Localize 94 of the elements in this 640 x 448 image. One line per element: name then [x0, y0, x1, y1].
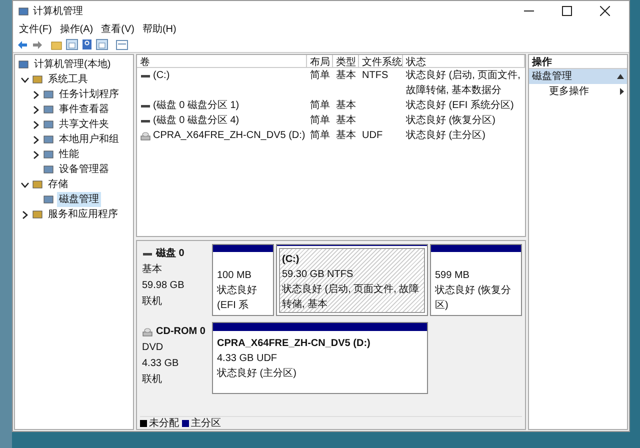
action-item[interactable]: 更多操作	[529, 84, 627, 99]
table-cell-text: (磁盘 0 磁盘分区 4)	[153, 114, 240, 128]
tree-node-icon	[18, 59, 29, 70]
column-header[interactable]: 布局	[307, 55, 333, 67]
forward-arrow-icon[interactable]	[32, 40, 43, 50]
disk-name: CD-ROM 0	[156, 325, 206, 339]
legend-label: 未分配	[149, 416, 179, 430]
actions-section[interactable]: 磁盘管理	[529, 69, 627, 84]
menu-item[interactable]: 文件(F)	[15, 22, 56, 36]
close-icon	[600, 6, 610, 16]
tree-node-icon	[32, 179, 43, 190]
partition-size: 4.33 GB UDF	[217, 352, 278, 366]
table-cell-text: 基本	[336, 128, 356, 143]
window-icon[interactable]	[116, 40, 128, 50]
partition-status: 状态良好 (启动, 页面文件, 故障转储, 基本	[282, 282, 420, 312]
column-header[interactable]: 类型	[333, 55, 359, 67]
table-cell-text: NTFS	[362, 69, 388, 83]
tree-item[interactable]: 共享文件夹	[57, 117, 111, 132]
legend-label: 主分区	[191, 416, 221, 430]
tree-item[interactable]: 性能	[57, 147, 81, 162]
table-cell-text: 基本	[336, 114, 356, 128]
disk-status: 联机	[142, 294, 163, 309]
maximize-icon	[562, 6, 572, 16]
submenu-arrow-icon	[620, 88, 624, 95]
tree-node-icon	[43, 149, 54, 160]
partition-size: 59.30 GB NTFS	[282, 268, 354, 282]
disk-status: 联机	[142, 372, 163, 387]
table-cell-text: 简单	[310, 68, 330, 83]
table-cell-text: 状态良好 (EFI 系统分区)	[406, 98, 514, 113]
partition-block[interactable]: (C:) 59.30 GB NTFS 状态良好 (启动, 页面文件, 故障转储, 基本	[276, 244, 428, 316]
window-title: 计算机管理	[33, 4, 83, 18]
menu-item[interactable]: 帮助(H)	[138, 22, 180, 36]
tree-item[interactable]: 磁盘管理	[57, 192, 101, 207]
collapse-icon[interactable]	[617, 74, 624, 79]
tree-item[interactable]: 本地用户和组	[57, 132, 121, 147]
table-cell-text: CPRA_X64FRE_ZH-CN_DV5 (D:)	[153, 129, 306, 143]
panel-icon[interactable]	[66, 39, 78, 50]
partition-block[interactable]: 599 MB 状态良好 (恢复分区)	[430, 244, 522, 316]
partition-size: 599 MB	[435, 269, 470, 283]
tree-node-icon	[18, 6, 29, 16]
menu-item[interactable]: 操作(A)	[56, 22, 98, 36]
tree-node-icon	[43, 164, 54, 175]
table-cell-text: 基本	[336, 68, 356, 83]
section-label: 磁盘管理	[532, 70, 572, 84]
chevron-icon[interactable]	[21, 210, 29, 218]
disk-name: 磁盘 0	[156, 246, 184, 261]
partition-status: 状态良好 (EFI 系	[217, 284, 258, 313]
column-header[interactable]: 文件系统	[359, 55, 403, 67]
partition-block[interactable]: 100 MB 状态良好 (EFI 系	[212, 244, 274, 316]
drive-icon	[142, 326, 153, 336]
tree-item[interactable]: 存储	[46, 177, 70, 192]
disk-type: 基本	[142, 262, 163, 277]
partition-status: 状态良好 (主分区)	[217, 366, 298, 381]
partition-status: 状态良好 (恢复分区)	[435, 284, 512, 313]
folder-icon[interactable]	[51, 40, 62, 50]
table-cell-text: UDF	[362, 129, 383, 143]
disk-type: DVD	[142, 341, 164, 355]
tree-node-icon	[43, 104, 54, 115]
tree-item[interactable]: 系统工具	[46, 72, 90, 87]
partition-size: 100 MB	[217, 269, 252, 283]
partition-header-bar	[213, 245, 273, 252]
table-cell-text: (磁盘 0 磁盘分区 1)	[153, 99, 240, 113]
tree-node-icon	[32, 209, 43, 220]
table-cell-text: (C:)	[153, 69, 170, 83]
table-cell-text: 状态良好 (主分区)	[406, 128, 486, 143]
partition-title: CPRA_X64FRE_ZH-CN_DV5 (D:)	[217, 337, 372, 351]
column-header[interactable]: 卷	[137, 55, 307, 67]
table-cell-text: 基本	[336, 98, 356, 113]
table-cell-text: 简单	[310, 98, 330, 113]
partition-title: (C:)	[282, 253, 300, 267]
table-cell-text: 状态良好 (恢复分区)	[406, 114, 496, 128]
tree-node-icon	[43, 134, 54, 145]
panel-icon[interactable]	[96, 39, 108, 50]
tree-item[interactable]: 事件查看器	[57, 102, 111, 117]
table-cell-text: 简单	[310, 128, 330, 143]
tree-node-icon	[43, 119, 54, 130]
tree-node-icon	[32, 74, 43, 85]
disk-size: 59.98 GB	[142, 279, 186, 293]
partition-block[interactable]: CPRA_X64FRE_ZH-CN_DV5 (D:) 4.33 GB UDF 状态良好 (主分区)	[212, 322, 428, 394]
tree-item[interactable]: 任务计划程序	[57, 87, 121, 102]
help-icon[interactable]	[82, 39, 92, 50]
tree-node-icon	[43, 194, 54, 205]
menu-item[interactable]: 查看(V)	[97, 22, 138, 36]
column-header[interactable]: 状态	[403, 55, 525, 67]
tree-item[interactable]: 服务和应用程序	[46, 207, 120, 222]
table-cell-text: 简单	[310, 114, 330, 128]
tree-node-icon	[43, 89, 54, 100]
back-arrow-icon[interactable]	[17, 40, 28, 50]
table-cell-text: 状态良好 (启动, 页面文件, 故障转储, 基本数据分	[406, 68, 522, 98]
tree-item[interactable]: 设备管理器	[57, 162, 111, 177]
tree-item[interactable]: 计算机管理(本地)	[32, 57, 113, 72]
disk-size: 4.33 GB	[142, 357, 180, 371]
drive-icon	[140, 130, 151, 140]
chevron-icon[interactable]	[21, 180, 29, 188]
